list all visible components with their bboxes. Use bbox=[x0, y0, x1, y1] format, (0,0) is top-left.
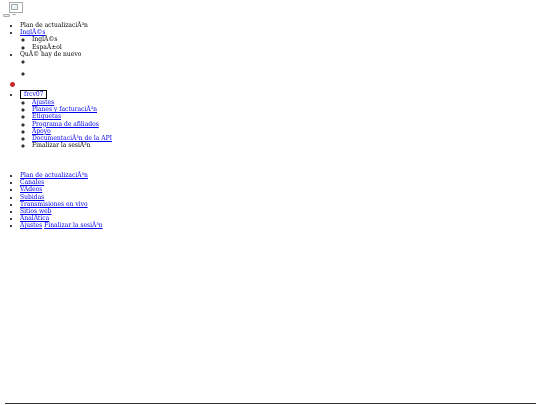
user-menu-item: Etiquetas bbox=[32, 113, 220, 120]
sidebar-item-uploads[interactable]: Subidas bbox=[20, 194, 44, 201]
sidebar-item-videos[interactable]: VÃ­deos bbox=[20, 186, 42, 193]
user-menu-button[interactable]: frcv07 bbox=[20, 90, 48, 100]
user-dropdown: Ajustes Planes y facturaciÃ³n Etiquetas … bbox=[20, 99, 220, 149]
support-link[interactable]: Apoyo bbox=[32, 128, 51, 135]
api-docs-link[interactable]: DocumentaciÃ³n de la API bbox=[32, 135, 112, 142]
user-menu-item: Apoyo bbox=[32, 128, 220, 135]
sidebar-item: Plan de actualizaciÃ³n bbox=[20, 172, 103, 179]
language-option-spanish[interactable]: EspaÃ±ol bbox=[32, 44, 220, 51]
logout-text[interactable]: Finalizar la sesiÃ³n bbox=[32, 142, 91, 149]
sidebar-item-logout[interactable]: Finalizar la sesiÃ³n bbox=[44, 222, 103, 229]
sidebar-navigation: Plan de actualizaciÃ³n Canales VÃ­deos S… bbox=[9, 172, 103, 230]
affiliate-program-link[interactable]: Programa de afiliados bbox=[32, 121, 99, 128]
language-option-english[interactable]: InglÃ©s bbox=[32, 36, 220, 43]
settings-link[interactable]: Ajustes bbox=[32, 99, 54, 106]
plans-billing-link[interactable]: Planes y facturaciÃ³n bbox=[32, 106, 97, 113]
top-navigation: Plan de actualizaciÃ³n InglÃ©s InglÃ©s E… bbox=[9, 22, 220, 149]
sidebar-item-websites[interactable]: Sitios web bbox=[20, 208, 52, 215]
header-separator: ~ bbox=[12, 12, 17, 18]
language-selector: InglÃ©s InglÃ©s EspaÃ±ol bbox=[20, 29, 220, 51]
language-options: InglÃ©s EspaÃ±ol bbox=[20, 36, 220, 50]
sidebar-item: Transmisiones en vivo bbox=[20, 201, 103, 208]
sidebar-item: VÃ­deos bbox=[20, 186, 103, 193]
notification-badge[interactable] bbox=[10, 82, 15, 88]
labels-link[interactable]: Etiquetas bbox=[32, 113, 61, 120]
sidebar-item-live[interactable]: Transmisiones en vivo bbox=[20, 201, 88, 208]
whats-new-entry bbox=[32, 70, 220, 81]
user-menu-item: Planes y facturaciÃ³n bbox=[32, 106, 220, 113]
upgrade-plan-item: Plan de actualizaciÃ³n bbox=[20, 22, 220, 29]
sidebar-item: Subidas bbox=[20, 194, 103, 201]
whats-new-text[interactable]: QuÃ© hay de nuevo bbox=[20, 51, 81, 58]
sidebar-item-settings[interactable]: Ajustes bbox=[20, 222, 42, 229]
sidebar-item: Ajustes Finalizar la sesiÃ³n bbox=[20, 222, 103, 229]
upgrade-plan-text: Plan de actualizaciÃ³n bbox=[20, 22, 88, 29]
whats-new-item: QuÃ© hay de nuevo bbox=[20, 51, 220, 81]
sidebar-item-upgrade[interactable]: Plan de actualizaciÃ³n bbox=[20, 172, 88, 179]
user-menu: frcv07 Ajustes Planes y facturaciÃ³n Eti… bbox=[20, 90, 220, 149]
menu-toggle-button[interactable] bbox=[3, 14, 10, 17]
whats-new-list bbox=[20, 58, 220, 81]
user-menu-item: Programa de afiliados bbox=[32, 121, 220, 128]
notification-item bbox=[10, 81, 220, 90]
user-menu-item: Finalizar la sesiÃ³n bbox=[32, 142, 220, 149]
footer-divider bbox=[5, 403, 536, 404]
whats-new-entry bbox=[32, 58, 220, 70]
